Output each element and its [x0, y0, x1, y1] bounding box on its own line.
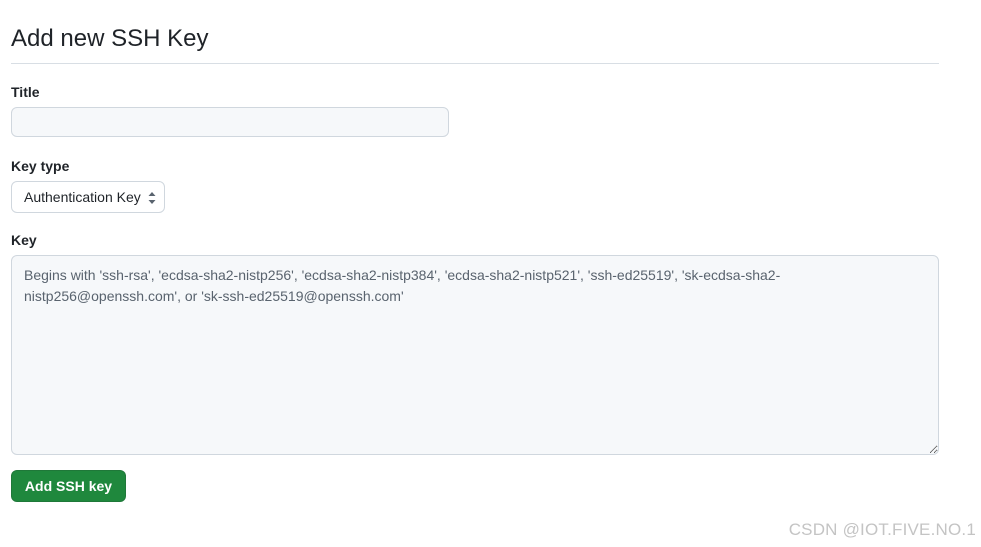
watermark: CSDN @IOT.FIVE.NO.1	[788, 520, 976, 539]
key-textarea[interactable]	[11, 255, 939, 455]
title-label: Title	[11, 84, 40, 100]
key-type-label: Key type	[11, 158, 70, 174]
key-type-selected-value: Authentication Key	[24, 189, 141, 205]
ssh-key-page: Add new SSH Key Title Key type Authentic…	[0, 0, 981, 547]
add-ssh-key-button[interactable]: Add SSH key	[11, 470, 126, 502]
key-type-select[interactable]: Authentication Key	[11, 181, 165, 213]
page-title: Add new SSH Key	[11, 25, 209, 52]
select-arrows-icon	[148, 192, 156, 204]
title-input[interactable]	[11, 107, 449, 137]
key-label: Key	[11, 232, 37, 248]
heading-divider	[11, 63, 939, 64]
